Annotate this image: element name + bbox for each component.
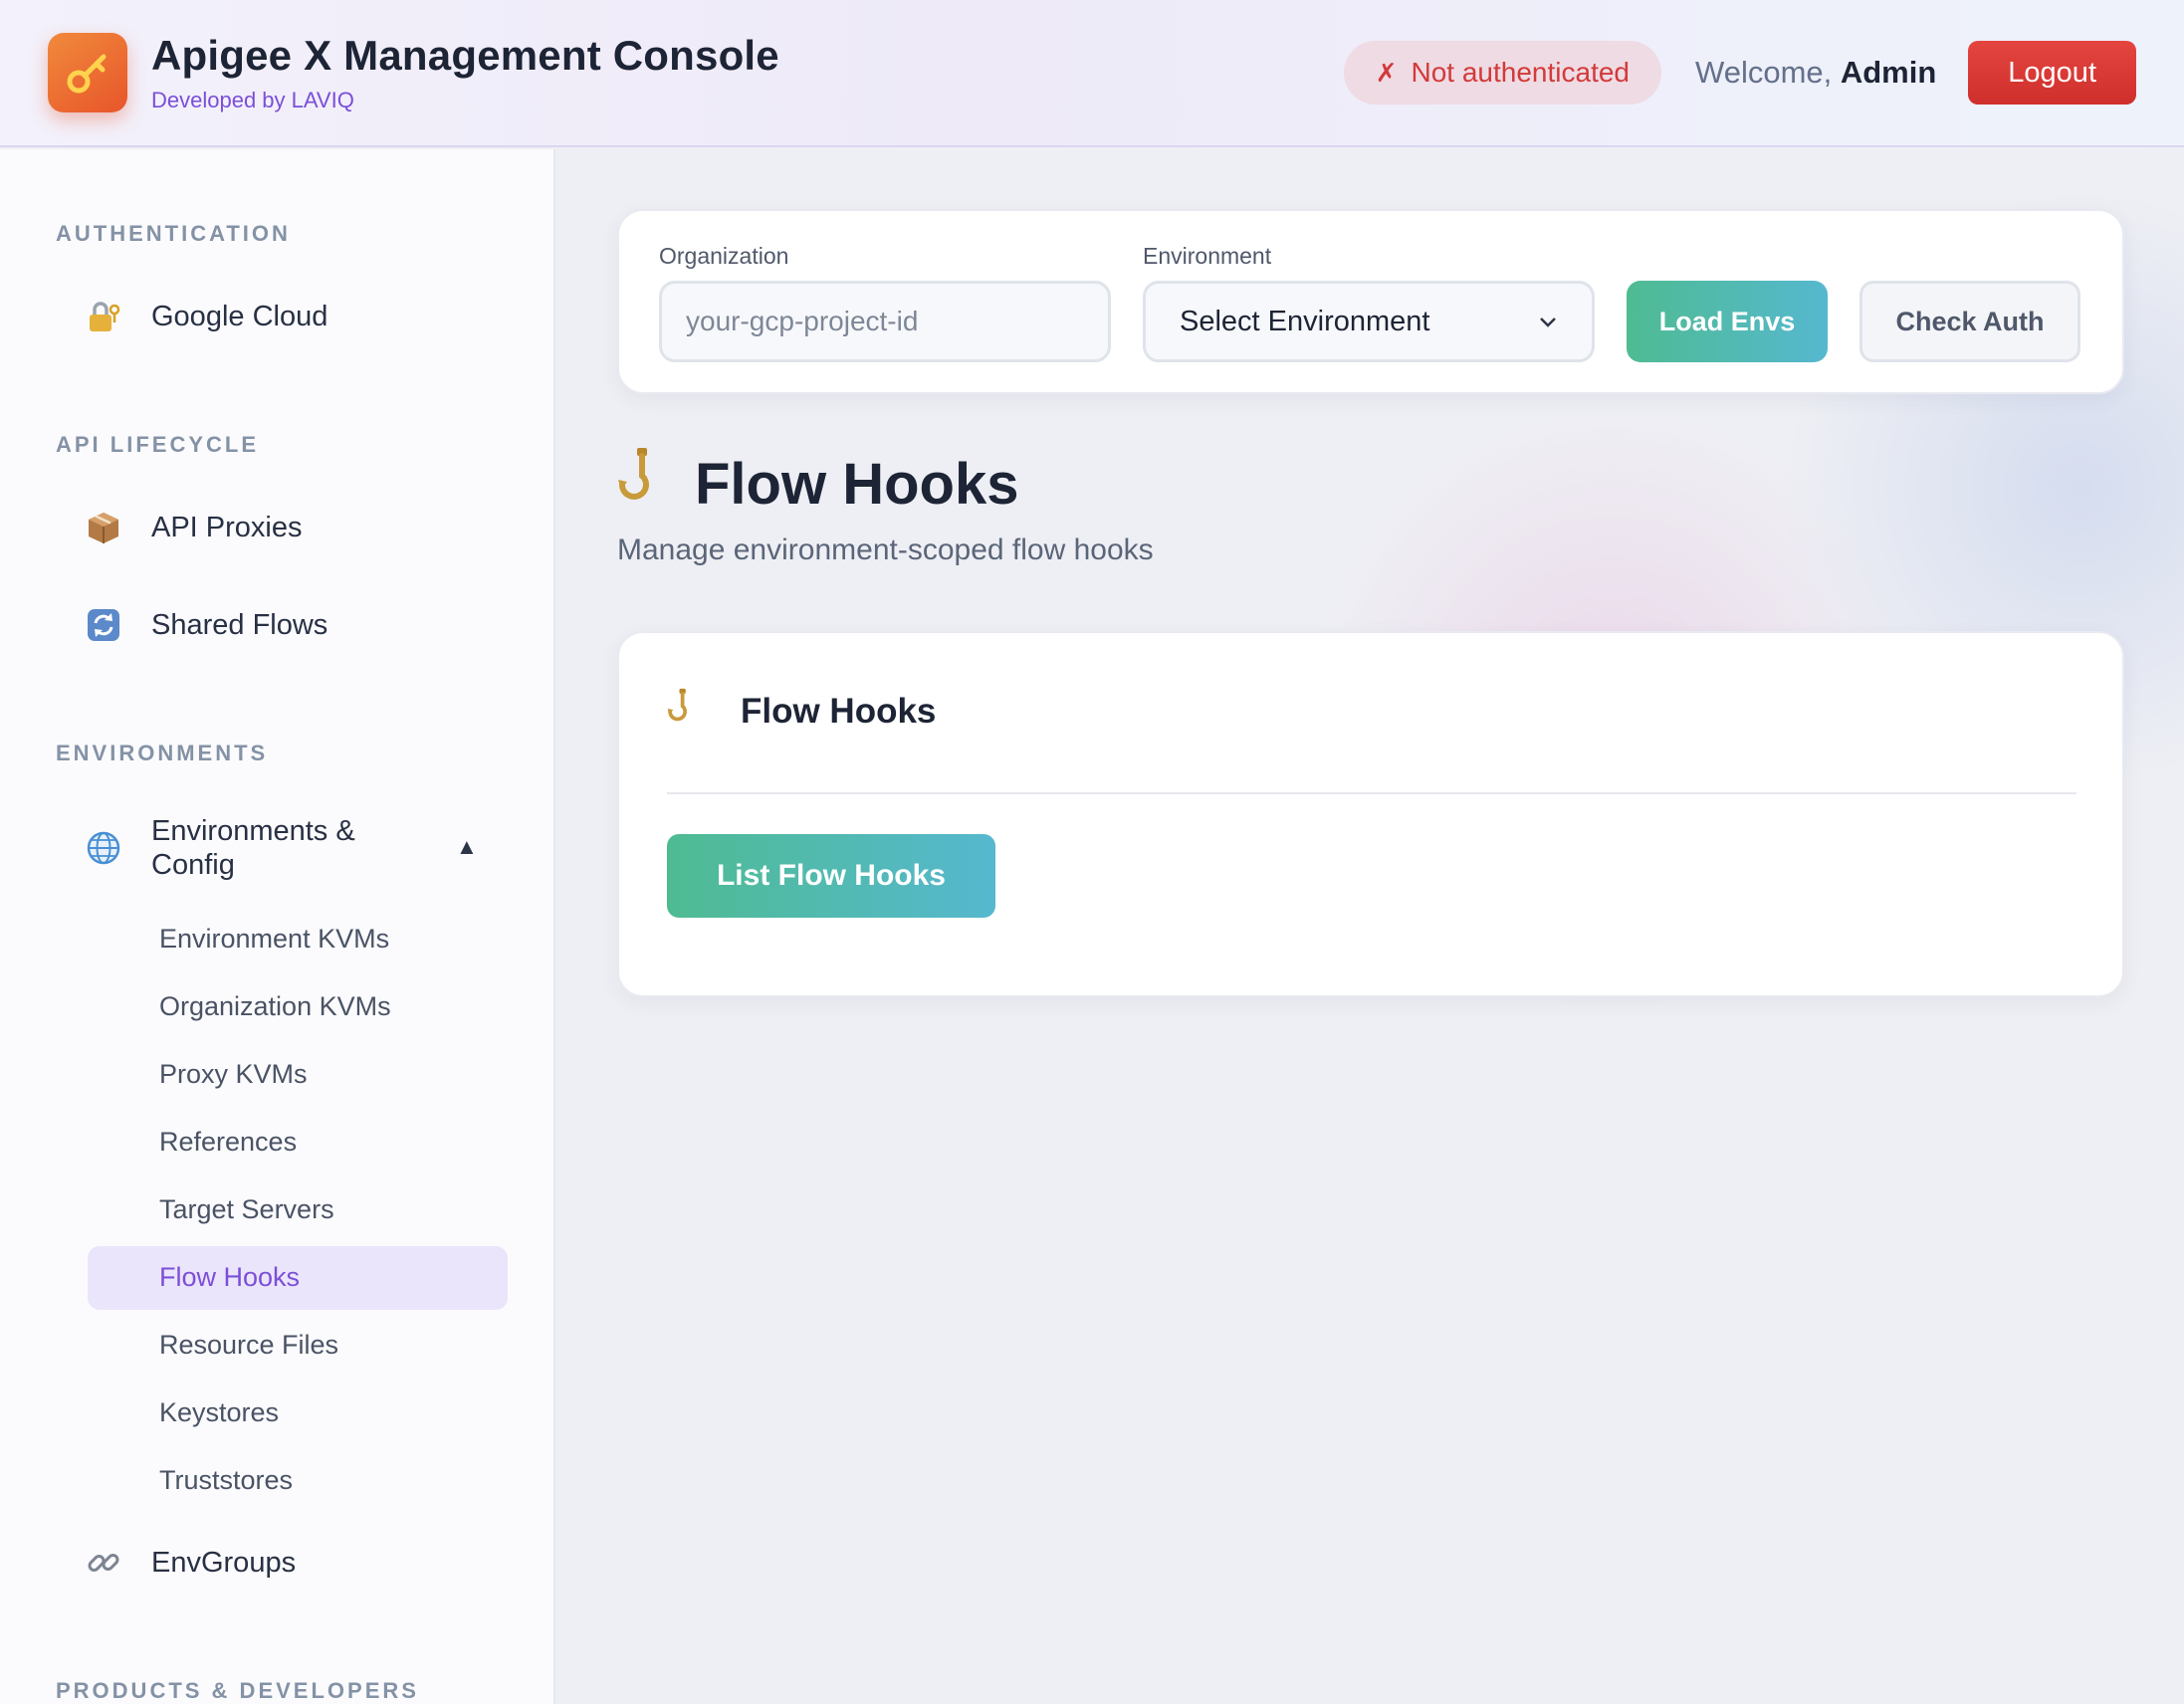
caret-up-icon[interactable]: ▲ — [456, 834, 478, 860]
welcome-prefix: Welcome, — [1695, 55, 1841, 90]
lock-key-icon — [84, 297, 123, 336]
page-title: Flow Hooks — [695, 451, 1019, 517]
chevron-down-icon — [1538, 309, 1558, 334]
sidebar-item-environments-config[interactable]: Environments & Config — [84, 814, 390, 882]
app-title: Apigee X Management Console — [151, 32, 779, 79]
link-icon — [84, 1543, 123, 1583]
key-icon — [48, 33, 127, 112]
sidebar-subitem-resource-files[interactable]: Resource Files — [159, 1330, 338, 1361]
sidebar-item-label: Environments & Config — [151, 815, 355, 881]
app-subtitle: Developed by LAVIQ — [151, 88, 354, 112]
main-content: Organization Environment Select Environm… — [557, 149, 2184, 1704]
context-toolbar: Organization Environment Select Environm… — [617, 209, 2124, 394]
refresh-icon — [84, 605, 123, 645]
section-authentication: AUTHENTICATION — [56, 221, 291, 246]
hook-icon — [617, 446, 665, 522]
page-description: Manage environment-scoped flow hooks — [617, 533, 1154, 566]
flow-hooks-card: Flow Hooks List Flow Hooks — [617, 631, 2124, 997]
sidebar-item-label: Shared Flows — [151, 608, 328, 641]
sidebar-item-label: API Proxies — [151, 511, 303, 543]
list-flow-hooks-button[interactable]: List Flow Hooks — [667, 834, 995, 918]
sidebar-item-google-cloud[interactable]: Google Cloud — [84, 297, 328, 336]
package-icon — [84, 508, 123, 547]
sidebar-item-label: EnvGroups — [151, 1546, 297, 1579]
sidebar-item-shared-flows[interactable]: Shared Flows — [84, 605, 328, 645]
sidebar-subitem-proxy-kvms[interactable]: Proxy KVMs — [159, 1059, 308, 1090]
sidebar: AUTHENTICATION Google Cloud API LIFECYCL… — [0, 149, 555, 1704]
sidebar-item-api-proxies[interactable]: API Proxies — [84, 508, 303, 547]
section-api-lifecycle: API LIFECYCLE — [56, 432, 260, 457]
auth-status-text: Not authenticated — [1411, 57, 1631, 88]
welcome-user: Admin — [1840, 55, 1937, 90]
org-label: Organization — [659, 243, 789, 269]
sidebar-subitem-keystores[interactable]: Keystores — [159, 1397, 279, 1428]
auth-status-badge: ✗ Not authenticated — [1343, 41, 1661, 105]
check-auth-button[interactable]: Check Auth — [1859, 281, 2080, 362]
env-label: Environment — [1143, 243, 1272, 269]
sidebar-subitem-truststores[interactable]: Truststores — [159, 1465, 293, 1496]
env-select[interactable]: Select Environment — [1143, 281, 1595, 362]
header-actions: ✗ Not authenticated Welcome, Admin Logou… — [1343, 41, 2136, 105]
welcome-message: Welcome, Admin — [1695, 55, 1936, 91]
card-divider — [667, 792, 2076, 794]
sidebar-subitem-environment-kvms[interactable]: Environment KVMs — [159, 924, 389, 955]
section-products-developers: PRODUCTS & DEVELOPERS — [56, 1678, 419, 1703]
page-heading: Flow Hooks — [617, 446, 1018, 522]
sidebar-subitem-references[interactable]: References — [159, 1127, 297, 1158]
logout-button[interactable]: Logout — [1968, 41, 2136, 105]
sidebar-subitem-flow-hooks[interactable]: Flow Hooks — [159, 1262, 300, 1293]
env-selected-value: Select Environment — [1180, 305, 1430, 337]
sidebar-subitem-organization-kvms[interactable]: Organization KVMs — [159, 991, 391, 1022]
sidebar-item-label: Google Cloud — [151, 300, 328, 332]
hook-icon — [667, 687, 697, 736]
section-environments: ENVIRONMENTS — [56, 741, 269, 765]
load-envs-button[interactable]: Load Envs — [1627, 281, 1828, 362]
app-title-block: Apigee X Management Console Developed by… — [151, 32, 779, 113]
x-mark-icon: ✗ — [1375, 57, 1398, 88]
card-header: Flow Hooks — [667, 687, 936, 736]
card-title: Flow Hooks — [741, 691, 937, 731]
sidebar-item-envgroups[interactable]: EnvGroups — [84, 1543, 296, 1583]
org-input[interactable] — [659, 281, 1111, 362]
sidebar-subitem-target-servers[interactable]: Target Servers — [159, 1194, 334, 1225]
app-header: Apigee X Management Console Developed by… — [0, 0, 2184, 147]
globe-icon — [84, 828, 123, 868]
